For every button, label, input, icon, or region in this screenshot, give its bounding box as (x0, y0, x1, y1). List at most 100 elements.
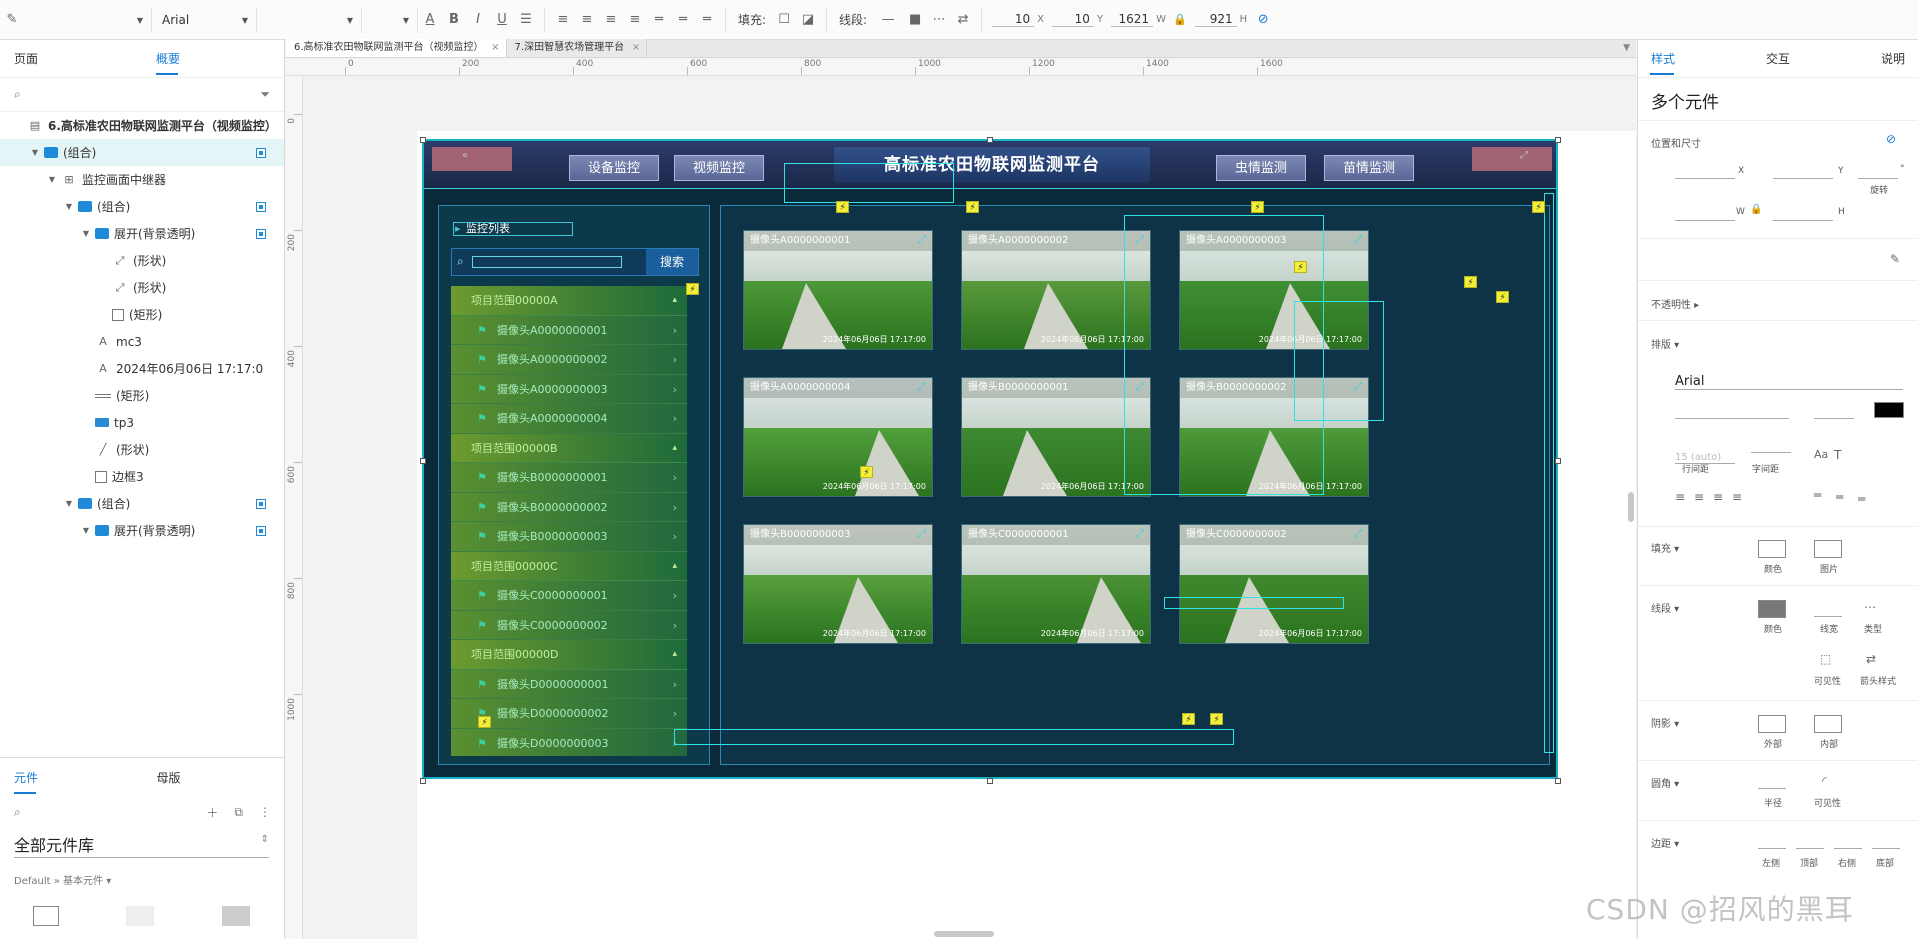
close-icon[interactable]: × (491, 39, 499, 57)
fullscreen-icon[interactable]: ⤢ (1353, 527, 1362, 541)
tab-style[interactable]: 样式 (1638, 40, 1736, 78)
resize-handle[interactable] (1555, 458, 1561, 464)
list-item-camera[interactable]: ⚑ 摄像头D0000000003 (451, 728, 687, 756)
style-select[interactable]: ▼ (24, 6, 152, 33)
stroke-color-swatch[interactable] (1758, 600, 1786, 618)
stroke-fill-icon[interactable]: ■ (903, 8, 927, 32)
nav-seedling-monitor[interactable]: 苗情监测 (1324, 155, 1414, 181)
fullscreen-icon[interactable]: ⤢ (1135, 527, 1144, 541)
outline-item[interactable]: (矩形) (0, 301, 284, 328)
outline-item[interactable]: ▼ 展开(背景透明) (0, 220, 284, 247)
padding-left-input[interactable] (1758, 848, 1786, 849)
search-icon[interactable]: ⌕ (14, 805, 21, 820)
valign-middle-icon[interactable]: ═ (1836, 490, 1843, 504)
padding-top-input[interactable] (1796, 848, 1824, 849)
add-icon[interactable]: ＋ (206, 804, 218, 821)
dashboard-frame[interactable]: « ⤢ 设备监控 视频监控 高标准农田物联网监测平台 虫情监测 苗情监测 监控列… (422, 139, 1558, 779)
outline-item[interactable]: ▼ (组合) (0, 490, 284, 517)
tab-masters[interactable]: 母版 (143, 758, 286, 798)
text-case-icon[interactable]: Aa (1814, 448, 1828, 461)
lightning-icon[interactable]: ⚡ (1464, 276, 1477, 288)
list-item-camera[interactable]: ⚑ 摄像头B0000000001 (451, 463, 687, 493)
italic-icon[interactable]: I (466, 8, 490, 32)
outline-item[interactable]: ▼ ⊞ 监控画面中继器 (0, 166, 284, 193)
y-input[interactable] (1773, 178, 1833, 179)
char-spacing-input[interactable] (1751, 452, 1791, 453)
video-feed[interactable]: 摄像头C0000000002 ⤢ 2024年06月06日 17:17:00 (1179, 524, 1369, 644)
inner-shadow-swatch[interactable] (1814, 715, 1842, 733)
font-weight-select[interactable] (1675, 418, 1789, 419)
visibility-toggle-icon[interactable] (256, 498, 266, 509)
section-corner[interactable]: 圆角 ▾ (1651, 775, 1679, 790)
font-color-swatch[interactable] (1874, 402, 1904, 418)
resize-handle[interactable] (420, 458, 426, 464)
font-size-input[interactable] (1814, 418, 1854, 419)
tab-widgets[interactable]: 元件 (0, 758, 143, 798)
list-item-camera[interactable]: ⚑ 摄像头A0000000001 (451, 315, 687, 345)
chevron-down-icon[interactable]: ▼ (80, 526, 92, 535)
tab-document-6[interactable]: 6.高标准农田物联网监测平台（视频监控） × (286, 39, 507, 57)
widget-image[interactable] (222, 906, 250, 926)
list-group-header[interactable]: 项目范围00000A (451, 286, 687, 316)
corner-icon[interactable]: ◜ (1822, 774, 1827, 788)
visibility-toggle-icon[interactable] (256, 228, 266, 239)
resize-handle[interactable] (987, 778, 993, 784)
more-icon[interactable]: ⋮ (259, 805, 271, 819)
font-family-select[interactable]: Arial ▼ (152, 6, 257, 33)
underline-icon[interactable]: U (490, 8, 514, 32)
chevron-down-icon[interactable]: ▼ (29, 148, 41, 157)
x-input[interactable] (1675, 178, 1735, 179)
lightning-icon[interactable]: ⚡ (966, 201, 979, 213)
lightning-icon[interactable]: ⚡ (1251, 201, 1264, 213)
format-painter-icon[interactable]: ✎ (1890, 252, 1900, 266)
visibility-icon[interactable]: ⬚ (1820, 652, 1831, 666)
padding-right-input[interactable] (1834, 848, 1862, 849)
close-icon[interactable]: × (632, 39, 640, 57)
font-family-select[interactable]: Arial (1675, 374, 1903, 390)
w-input[interactable] (1675, 220, 1735, 221)
outline-item[interactable]: A 2024年06月06日 17:17:0 (0, 355, 284, 382)
outline-item[interactable]: ▼ 展开(背景透明) (0, 517, 284, 542)
y-input[interactable]: 10 (1051, 12, 1094, 27)
outline-item[interactable]: 边框3 (0, 463, 284, 490)
horizontal-scrollbar[interactable] (934, 931, 994, 937)
section-opacity[interactable]: 不透明性 ▸ (1651, 296, 1699, 311)
align-right-icon[interactable]: ≡ (1713, 490, 1723, 504)
monitor-search-input[interactable] (472, 256, 622, 268)
list-item-camera[interactable]: ⚑ 摄像头D0000000001 (451, 669, 687, 699)
list-item-camera[interactable]: ⚑ 摄像头B0000000003 (451, 522, 687, 552)
copy-icon[interactable]: ⧉ (234, 805, 243, 820)
fullscreen-icon[interactable]: ⤢ (917, 233, 926, 247)
font-color-icon[interactable]: A (418, 8, 442, 32)
lock-icon[interactable]: 🔒 (1750, 204, 1762, 215)
section-fill[interactable]: 填充 ▾ (1651, 540, 1679, 555)
search-button[interactable]: 搜索 (646, 249, 698, 275)
video-feed[interactable]: 摄像头B0000000001 ⤢ 2024年06月06日 17:17:00 (961, 377, 1151, 497)
hide-icon[interactable]: ⊘ (1251, 8, 1275, 32)
align-center-icon[interactable]: ≡ (575, 8, 599, 32)
widget-box[interactable] (33, 906, 59, 926)
list-group-header[interactable]: 项目范围00000B (451, 433, 687, 463)
bold-icon[interactable]: B (442, 8, 466, 32)
nav-video-monitor[interactable]: 视频监控 (674, 155, 764, 181)
visibility-toggle-icon[interactable] (256, 201, 266, 212)
list-item-camera[interactable]: ⚑ 摄像头A0000000004 (451, 404, 687, 434)
stroke-width-input[interactable] (1814, 616, 1842, 617)
fill-color-icon[interactable]: ☐ (772, 8, 796, 32)
chevron-down-icon[interactable]: ▼ (80, 229, 92, 238)
list-group-header[interactable]: 项目范围00000D (451, 640, 687, 670)
section-shadow[interactable]: 阴影 ▾ (1651, 715, 1679, 730)
fullscreen-icon[interactable]: ⤢ (917, 527, 926, 541)
outline-search[interactable]: ⌕ ⏷ (0, 78, 284, 112)
font-size-select[interactable]: ▼ (362, 6, 418, 33)
list-item-camera[interactable]: ⚑ 摄像头A0000000003 (451, 374, 687, 404)
outline-item[interactable]: ⤢ (形状) (0, 274, 284, 301)
nav-device-monitor[interactable]: 设备监控 (569, 155, 659, 181)
video-feed[interactable]: 摄像头C0000000001 ⤢ 2024年06月06日 17:17:00 (961, 524, 1151, 644)
align-top-icon[interactable]: ═ (647, 8, 671, 32)
valign-top-icon[interactable]: ═ (1814, 488, 1821, 502)
list-item-camera[interactable]: ⚑ 摄像头B0000000002 (451, 492, 687, 522)
align-right-icon[interactable]: ≡ (599, 8, 623, 32)
hide-icon[interactable]: ⊘ (1886, 132, 1896, 146)
outline-item[interactable]: Amc3 (0, 328, 284, 355)
